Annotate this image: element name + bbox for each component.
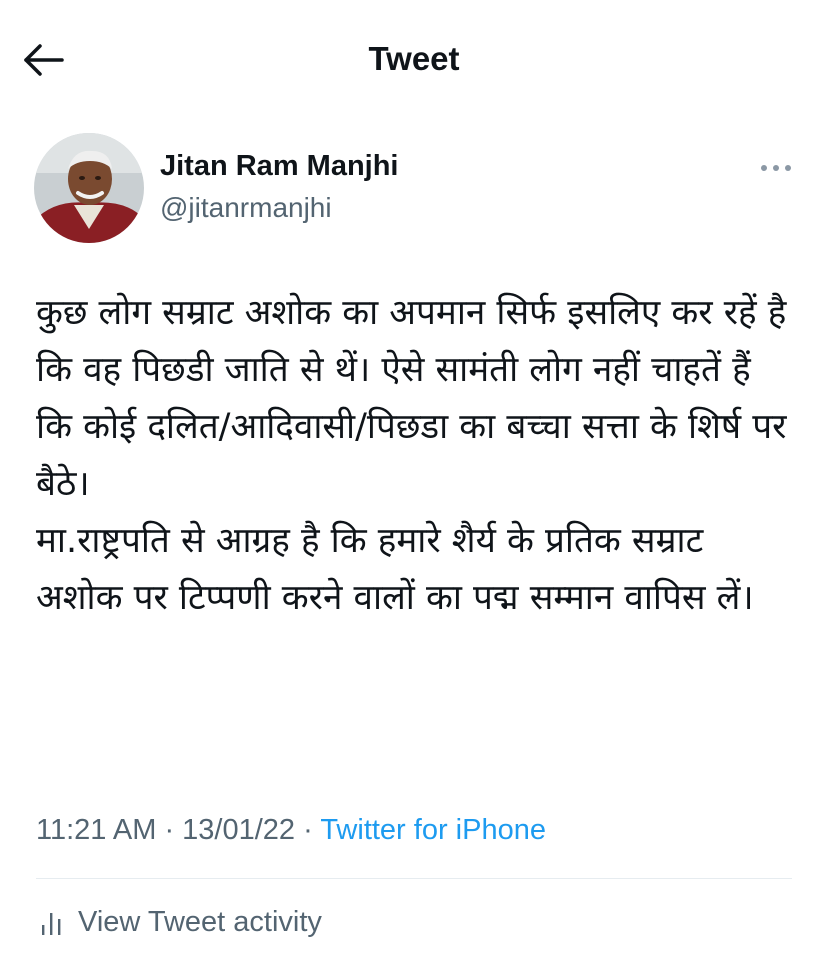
tweet-text: कुछ लोग सम्राट अशोक का अपमान सिर्फ इसलिए… <box>36 285 796 627</box>
tweet-paragraph: मा.राष्ट्रपति से आग्रह है कि हमारे शैर्य… <box>36 521 754 618</box>
divider <box>36 878 792 879</box>
meta-separator: · <box>295 814 321 846</box>
tweet-date: 13/01/22 <box>182 814 296 846</box>
tweet-source-link[interactable]: Twitter for iPhone <box>320 814 546 846</box>
tweet-time: 11:21 AM <box>36 814 157 846</box>
more-options-button[interactable] <box>756 158 796 178</box>
profile-photo <box>34 133 144 243</box>
more-horizontal-icon <box>761 165 791 171</box>
view-tweet-activity-button[interactable]: View Tweet activity <box>40 902 322 942</box>
avatar[interactable] <box>34 133 144 243</box>
tweet-paragraph: कुछ लोग सम्राट अशोक का अपमान सिर्फ इसलिए… <box>36 293 787 504</box>
author-handle: @jitanrmanjhi <box>160 192 332 223</box>
author-name[interactable]: Jitan Ram Manjhi <box>160 150 399 183</box>
page-title: Tweet <box>368 40 460 77</box>
activity-label: View Tweet activity <box>78 905 322 938</box>
tweet-meta: 11:21 AM · 13/01/22 · Twitter for iPhone <box>36 814 546 847</box>
meta-separator: · <box>156 814 183 846</box>
top-bar: Tweet <box>0 0 828 120</box>
bar-chart-icon <box>42 913 61 935</box>
